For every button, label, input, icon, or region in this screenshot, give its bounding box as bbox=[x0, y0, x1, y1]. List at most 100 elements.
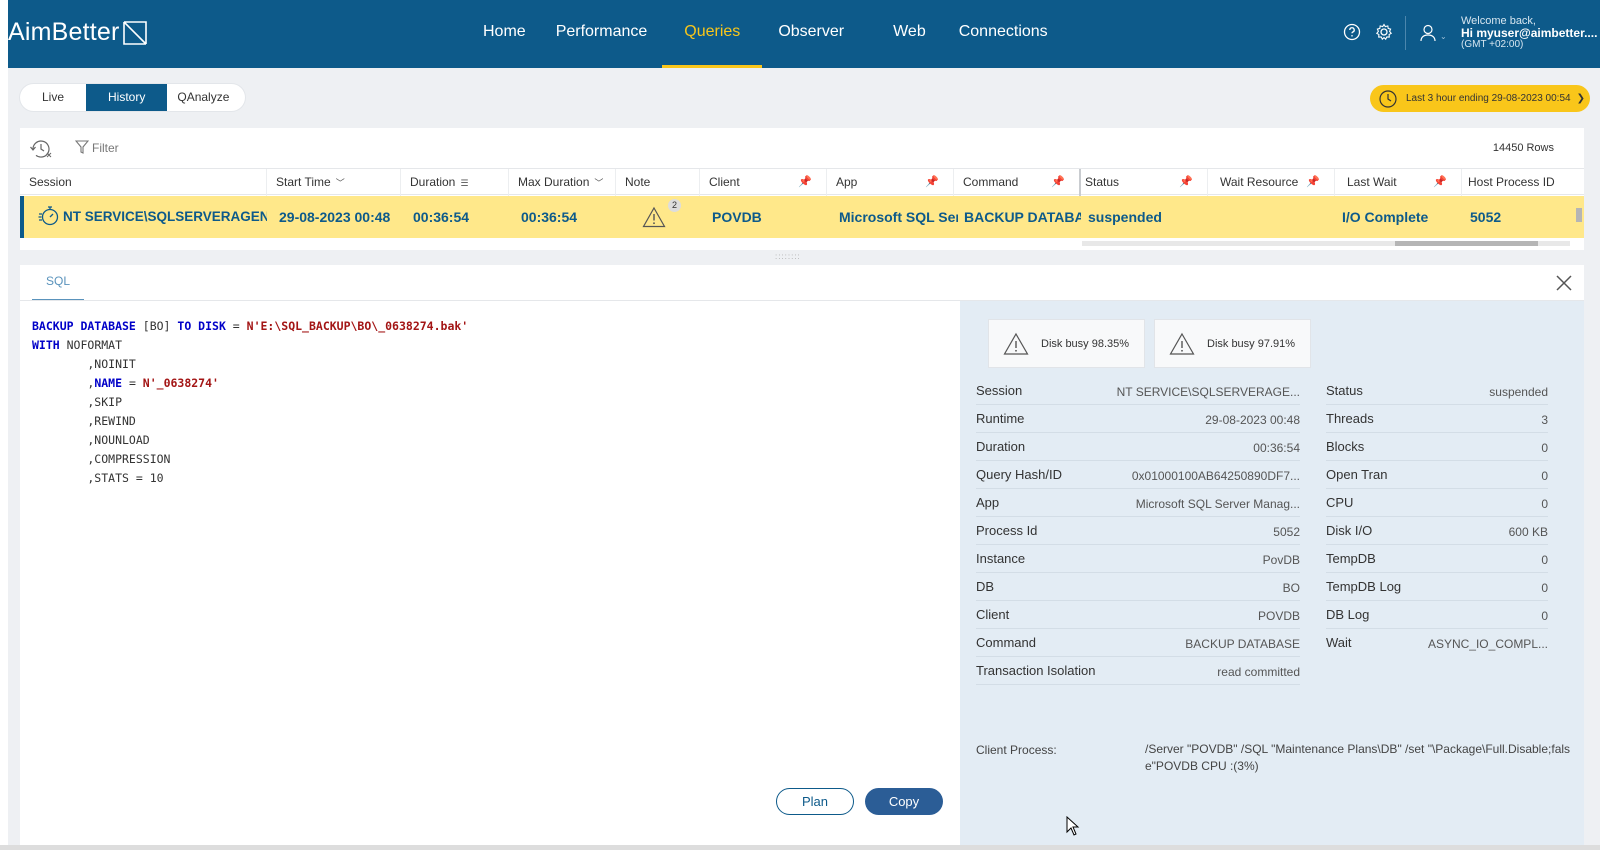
copy-button[interactable]: Copy bbox=[865, 788, 943, 815]
field-value: 600 KB bbox=[1508, 525, 1548, 539]
field-value: 0 bbox=[1541, 497, 1548, 511]
bottom-scrollbar[interactable] bbox=[0, 845, 1600, 850]
cell-session: NT SERVICE\SQLSERVERAGEN... bbox=[32, 196, 267, 238]
pin-icon[interactable]: 📌 bbox=[1306, 169, 1320, 196]
vertical-scrollbar[interactable] bbox=[1576, 208, 1582, 222]
col-last-wait[interactable]: Last Wait 📌 bbox=[1335, 169, 1462, 196]
field-session: Session NT SERVICE\SQLSERVERAGE... bbox=[976, 377, 1300, 405]
nav-performance[interactable]: Performance bbox=[541, 0, 663, 68]
close-icon[interactable] bbox=[1554, 273, 1574, 293]
field-value: 0 bbox=[1541, 469, 1548, 483]
col-start-time[interactable]: Start Time ﹀ bbox=[267, 169, 401, 196]
tab-qanalyze[interactable]: QAnalyze bbox=[167, 84, 237, 111]
col-label: App bbox=[836, 175, 858, 189]
table-row[interactable]: NT SERVICE\SQLSERVERAGEN... 29-08-2023 0… bbox=[20, 196, 1584, 238]
history-icon[interactable] bbox=[29, 138, 53, 163]
col-label: Last Wait bbox=[1347, 175, 1397, 189]
field-db-log: DB Log 0 bbox=[1326, 601, 1548, 629]
user-info[interactable]: Welcome back, Hi myuser@aimbetter.... (G… bbox=[1461, 15, 1597, 51]
sql-token: ,NOUNLOAD bbox=[32, 433, 150, 447]
sql-token: ,NOINIT bbox=[32, 357, 136, 371]
col-app[interactable]: App 📌 bbox=[827, 169, 954, 196]
sql-token: TO DISK bbox=[177, 319, 226, 333]
cell-status: suspended bbox=[1088, 209, 1162, 225]
field-query-hash: Query Hash/ID 0x01000100AB64250890DF7... bbox=[976, 461, 1300, 489]
field-label: App bbox=[976, 495, 1000, 510]
field-label: Query Hash/ID bbox=[976, 467, 1062, 482]
col-duration[interactable]: Duration ☰ bbox=[401, 169, 509, 196]
query-info-panel: Disk busy 98.35% Disk busy 97.91% Sessio… bbox=[960, 301, 1584, 845]
col-command[interactable]: Command 📌 bbox=[954, 169, 1081, 196]
plan-button[interactable]: Plan bbox=[776, 788, 854, 815]
logo-mark-icon bbox=[122, 20, 147, 45]
nav-queries[interactable]: Queries bbox=[662, 0, 763, 68]
pin-icon[interactable]: 📌 bbox=[1179, 169, 1193, 196]
field-wait: Wait ASYNC_IO_COMPL... bbox=[1326, 629, 1548, 657]
field-label: Transaction Isolation bbox=[976, 663, 1096, 678]
scroll-thumb[interactable] bbox=[1395, 241, 1538, 246]
time-range-selector[interactable]: Last 3 hour ending 29-08-2023 00:54 ❯ bbox=[1370, 85, 1590, 112]
chevron-down-icon: ❯ bbox=[1576, 93, 1585, 104]
gear-icon[interactable] bbox=[1373, 21, 1395, 43]
sql-token: = bbox=[225, 319, 247, 333]
splitter-handle[interactable]: :::::::: bbox=[775, 252, 801, 261]
tab-live[interactable]: Live bbox=[20, 84, 86, 111]
field-tempdb-log: TempDB Log 0 bbox=[1326, 573, 1548, 601]
logo[interactable]: AimBetter bbox=[8, 18, 148, 47]
nav-connections[interactable]: Connections bbox=[944, 0, 1063, 68]
user-icon[interactable] bbox=[1420, 24, 1436, 45]
field-process-id: Process Id 5052 bbox=[976, 517, 1300, 545]
grid-toolbar: Filter 14450 Rows bbox=[20, 128, 1584, 168]
field-value: 0 bbox=[1541, 581, 1548, 595]
sql-code: BACKUP DATABASE [BO] TO DISK = N'E:\SQL_… bbox=[32, 317, 468, 488]
col-wait-resource[interactable]: Wait Resource 📌 bbox=[1208, 169, 1335, 196]
cell-last-wait: I/O Complete bbox=[1342, 209, 1429, 225]
sql-token: ,REWIND bbox=[32, 414, 136, 428]
alert-disk-busy[interactable]: Disk busy 97.91% bbox=[1154, 319, 1311, 368]
tab-history[interactable]: History bbox=[86, 84, 168, 111]
tab-sql[interactable]: SQL bbox=[32, 265, 85, 301]
field-label: TempDB Log bbox=[1326, 579, 1402, 594]
field-transaction-isolation: Transaction Isolation read committed bbox=[976, 657, 1300, 685]
filter-button[interactable]: Filter bbox=[92, 141, 119, 155]
chevron-down-icon[interactable]: ⌄ bbox=[1440, 32, 1447, 41]
col-note[interactable]: Note bbox=[616, 169, 700, 196]
col-status[interactable]: Status 📌 bbox=[1081, 169, 1208, 196]
field-value: 0 bbox=[1541, 553, 1548, 567]
note-badge[interactable]: 2 bbox=[642, 199, 681, 238]
pin-icon[interactable]: 📌 bbox=[1051, 169, 1065, 196]
mode-switch: Live History QAnalyze bbox=[20, 84, 246, 111]
pin-icon[interactable]: 📌 bbox=[798, 169, 812, 196]
col-host-process-id[interactable]: Host Process ID bbox=[1462, 169, 1584, 196]
field-open-tran: Open Tran 0 bbox=[1326, 461, 1548, 489]
rows-count: 14450 Rows bbox=[1492, 142, 1554, 154]
cell-note[interactable]: 2 bbox=[620, 196, 704, 238]
warning-icon bbox=[1169, 332, 1195, 355]
horizontal-scrollbar[interactable] bbox=[1082, 241, 1570, 246]
filter-icon[interactable] bbox=[74, 140, 90, 157]
field-label: Client bbox=[976, 607, 1010, 622]
pin-icon[interactable]: 📌 bbox=[925, 169, 939, 196]
top-bar: AimBetter Home Performance Queries Obser… bbox=[8, 0, 1600, 68]
nav-observer[interactable]: Observer bbox=[762, 0, 869, 68]
chevron-down-icon: ﹀ bbox=[335, 178, 345, 188]
col-max-duration[interactable]: Max Duration ﹀ bbox=[509, 169, 616, 196]
nav-web[interactable]: Web bbox=[869, 0, 944, 68]
user-name: Hi myuser@aimbetter.... bbox=[1461, 26, 1598, 40]
col-label: Start Time bbox=[276, 175, 331, 189]
cell-duration: 00:36:54 bbox=[413, 209, 470, 225]
help-icon[interactable] bbox=[1341, 21, 1363, 43]
field-value: 3 bbox=[1541, 413, 1548, 427]
col-session[interactable]: Session bbox=[20, 169, 267, 196]
field-instance: Instance PovDB bbox=[976, 545, 1300, 573]
alert-disk-busy[interactable]: Disk busy 98.35% bbox=[988, 319, 1145, 368]
grid-header: Session Start Time ﹀ Duration ☰ Max Durati… bbox=[20, 168, 1584, 196]
sql-token: [BO] bbox=[135, 319, 178, 333]
pin-icon[interactable]: 📌 bbox=[1433, 169, 1447, 196]
detail-panel: SQL BACKUP DATABASE [BO] TO DISK = N'E:\… bbox=[20, 265, 1584, 845]
col-client[interactable]: Client 📌 bbox=[700, 169, 827, 196]
field-label: Process Id bbox=[976, 523, 1038, 538]
col-label: Client bbox=[709, 175, 740, 189]
field-value: ASYNC_IO_COMPL... bbox=[1427, 637, 1548, 651]
nav-home[interactable]: Home bbox=[468, 0, 541, 68]
